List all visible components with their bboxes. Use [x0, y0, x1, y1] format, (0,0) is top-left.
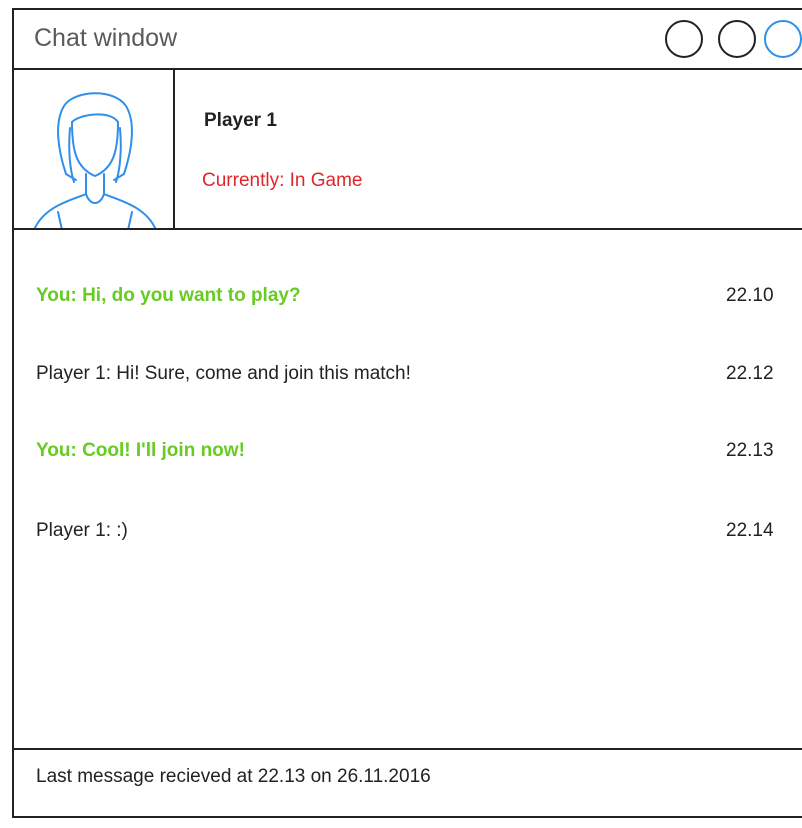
message-time: 22.12	[726, 363, 774, 384]
chat-window: Chat window Player 1 Currently: In Game …	[12, 8, 802, 818]
window-title: Chat window	[34, 24, 178, 52]
message-text: You: Hi, do you want to play?	[36, 285, 301, 306]
message-row: You: Cool! I'll join now! 22.13	[14, 440, 802, 470]
maximize-button[interactable]	[718, 20, 756, 58]
player-status: Currently: In Game	[202, 170, 363, 191]
message-time: 22.13	[726, 440, 774, 461]
message-row: Player 1: :) 22.14	[14, 520, 802, 550]
message-text: You: Cool! I'll join now!	[36, 440, 245, 461]
user-avatar-icon	[33, 92, 157, 228]
message-list: You: Hi, do you want to play? 22.10 Play…	[14, 230, 802, 750]
message-time: 22.14	[726, 520, 774, 541]
message-row: You: Hi, do you want to play? 22.10	[14, 285, 802, 315]
title-bar: Chat window	[14, 10, 802, 70]
avatar[interactable]	[14, 70, 175, 228]
message-text: Player 1: Hi! Sure, come and join this m…	[36, 363, 411, 384]
last-message-status: Last message recieved at 22.13 on 26.11.…	[36, 766, 431, 787]
status-bar: Last message recieved at 22.13 on 26.11.…	[14, 748, 802, 828]
minimize-button[interactable]	[665, 20, 703, 58]
close-button[interactable]	[764, 20, 802, 58]
message-time: 22.10	[726, 285, 774, 306]
profile-header: Player 1 Currently: In Game	[14, 70, 802, 230]
message-row: Player 1: Hi! Sure, come and join this m…	[14, 363, 802, 393]
player-name: Player 1	[204, 110, 277, 131]
message-text: Player 1: :)	[36, 520, 128, 541]
